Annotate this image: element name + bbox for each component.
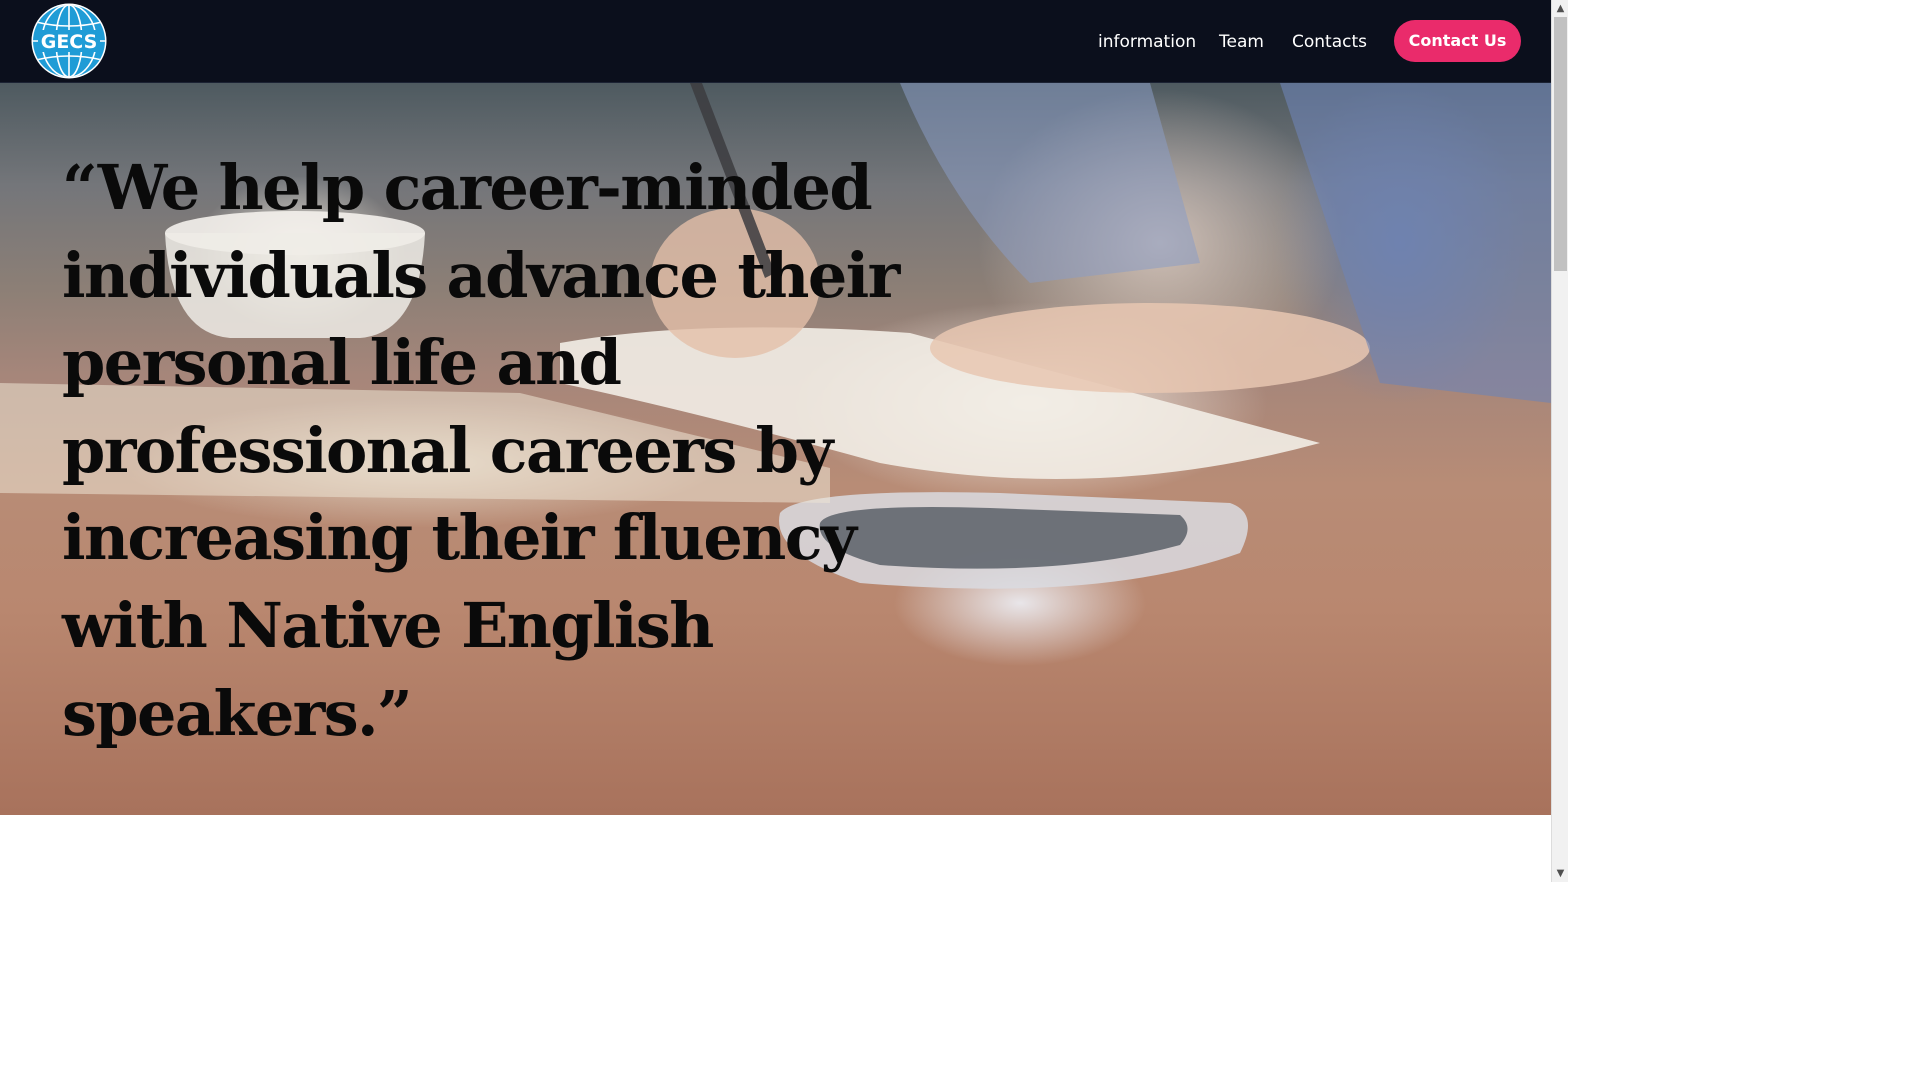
scrollbar-thumb[interactable] xyxy=(1554,17,1567,271)
hero-quote: “We help career-minded individuals advan… xyxy=(62,151,900,750)
logo-text: GECS xyxy=(41,31,98,53)
top-navbar: GECS information Team Contacts Contact U… xyxy=(0,0,1551,83)
gecs-logo[interactable]: GECS xyxy=(30,2,108,80)
chevron-down-icon[interactable]: ▼ xyxy=(1552,865,1569,882)
nav-link-information[interactable]: information xyxy=(1098,30,1196,54)
contact-us-button[interactable]: Contact Us xyxy=(1394,20,1521,62)
vertical-scrollbar[interactable]: ▲ ▼ xyxy=(1551,0,1568,882)
nav-link-contacts[interactable]: Contacts xyxy=(1292,30,1367,54)
nav-link-team[interactable]: Team xyxy=(1219,30,1264,54)
hero-section: “We help career-minded individuals advan… xyxy=(0,83,1551,815)
chevron-up-icon[interactable]: ▲ xyxy=(1552,0,1569,17)
